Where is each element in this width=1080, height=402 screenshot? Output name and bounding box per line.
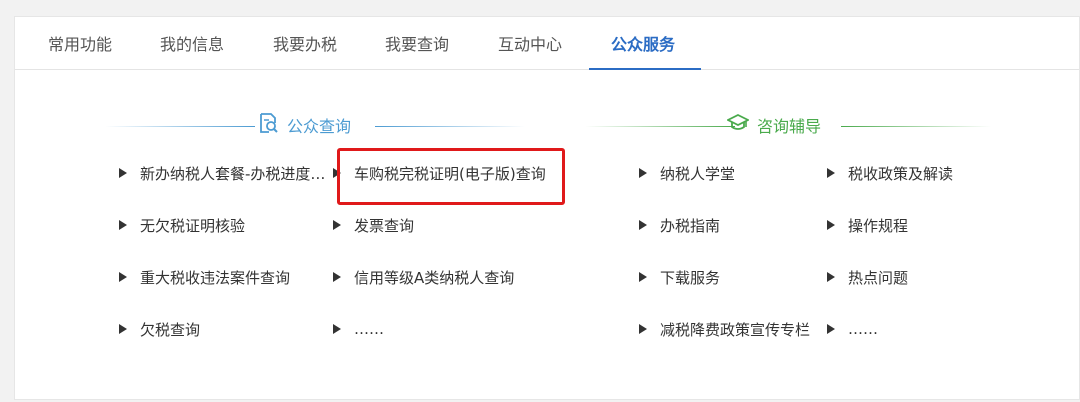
list-item[interactable]: ……	[827, 319, 878, 339]
list-item[interactable]: 下载服务	[639, 267, 720, 287]
play-arrow-icon	[119, 220, 127, 230]
play-arrow-icon	[333, 272, 341, 282]
section-title-text: 咨询辅导	[757, 117, 822, 136]
tab-my-info[interactable]: 我的信息	[160, 17, 224, 69]
list-item[interactable]: 车购税完税证明(电子版)查询	[333, 163, 546, 183]
play-arrow-icon	[827, 324, 835, 334]
graduation-cap-icon	[725, 112, 751, 138]
list-item[interactable]: 重大税收违法案件查询	[119, 267, 290, 287]
list-item[interactable]: 无欠税证明核验	[119, 215, 245, 235]
list-item[interactable]: 欠税查询	[119, 319, 200, 339]
play-arrow-icon	[119, 168, 127, 178]
list-item[interactable]: 信用等级A类纳税人查询	[333, 267, 514, 287]
play-arrow-icon	[333, 220, 341, 230]
list-item[interactable]: 税收政策及解读	[827, 163, 953, 183]
play-arrow-icon	[333, 168, 341, 178]
divider-line	[105, 126, 255, 127]
divider-line	[585, 126, 735, 127]
play-arrow-icon	[639, 220, 647, 230]
divider-line	[841, 126, 991, 127]
play-arrow-icon	[827, 168, 835, 178]
tab-bar: 常用功能 我的信息 我要办税 我要查询 互动中心 公众服务	[15, 17, 1079, 70]
list-item[interactable]: ……	[333, 319, 384, 339]
list-item[interactable]: 减税降费政策宣传专栏	[639, 319, 810, 339]
list-item[interactable]: 发票查询	[333, 215, 414, 235]
list-item[interactable]: 办税指南	[639, 215, 720, 235]
tab-interaction-center[interactable]: 互动中心	[498, 17, 562, 69]
list-item[interactable]: 新办纳税人套餐-办税进度…	[119, 163, 327, 183]
section-title-text: 公众查询	[287, 117, 352, 136]
list-item[interactable]: 操作规程	[827, 215, 908, 235]
search-doc-icon	[257, 112, 279, 138]
tab-query[interactable]: 我要查询	[385, 17, 449, 69]
list-item[interactable]: 纳税人学堂	[639, 163, 735, 183]
play-arrow-icon	[827, 220, 835, 230]
section-title-public-query: 公众查询	[257, 113, 351, 137]
play-arrow-icon	[119, 324, 127, 334]
play-arrow-icon	[639, 168, 647, 178]
public-service-panel: 常用功能 我的信息 我要办税 我要查询 互动中心 公众服务 公众查询 新办纳税人…	[14, 16, 1080, 400]
list-item[interactable]: 热点问题	[827, 267, 908, 287]
tab-public-service[interactable]: 公众服务	[611, 17, 675, 69]
play-arrow-icon	[639, 272, 647, 282]
play-arrow-icon	[827, 272, 835, 282]
tab-tax-filing[interactable]: 我要办税	[273, 17, 337, 69]
play-arrow-icon	[119, 272, 127, 282]
play-arrow-icon	[333, 324, 341, 334]
active-tab-indicator	[589, 68, 701, 70]
divider-line	[375, 126, 525, 127]
play-arrow-icon	[639, 324, 647, 334]
tab-common-functions[interactable]: 常用功能	[48, 17, 112, 69]
section-title-consult-guide: 咨询辅导	[725, 112, 822, 138]
